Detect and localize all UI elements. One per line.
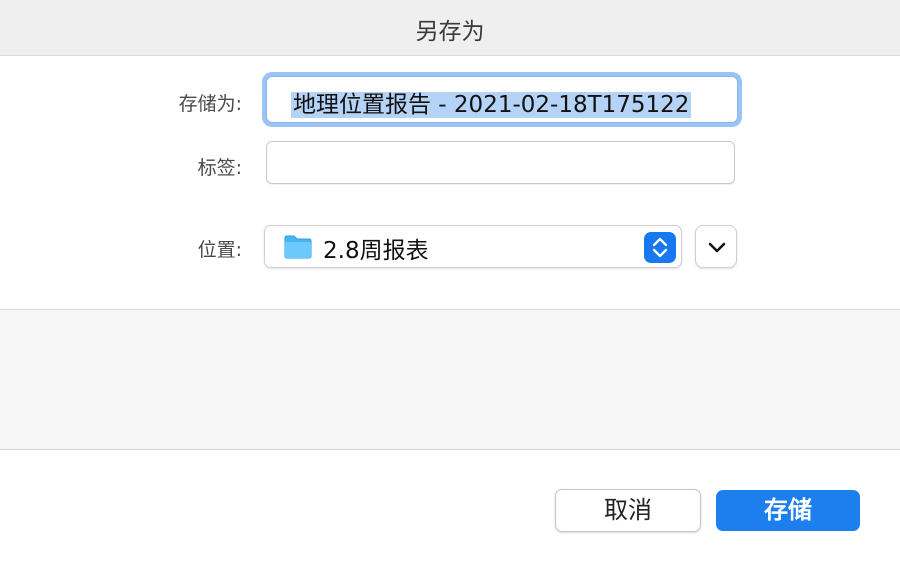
location-popup[interactable]: 2.8周报表 bbox=[264, 225, 682, 268]
tags-label: 标签: bbox=[197, 157, 242, 179]
folder-icon bbox=[284, 235, 312, 259]
save-button[interactable]: 存储 bbox=[716, 490, 860, 531]
save-as-input[interactable]: 地理位置报告 - 2021-02-18T175122 bbox=[266, 76, 738, 123]
stepper-arrows-icon bbox=[652, 237, 668, 258]
save-as-label: 存储为: bbox=[178, 93, 242, 115]
tags-input[interactable] bbox=[266, 141, 735, 184]
expand-dialog-button[interactable] bbox=[695, 225, 737, 268]
location-label: 位置: bbox=[197, 239, 242, 261]
dialog-titlebar: 另存为 bbox=[0, 0, 900, 56]
dialog-actions: 取消 存储 bbox=[0, 450, 900, 570]
save-as-dialog: 另存为 存储为: 地理位置报告 - 2021-02-18T175122 标签: … bbox=[0, 0, 900, 570]
location-value: 2.8周报表 bbox=[323, 238, 429, 264]
dialog-title: 另存为 bbox=[415, 19, 485, 45]
selected-filename: 地理位置报告 - 2021-02-18T175122 bbox=[291, 92, 692, 118]
save-form: 存储为: 地理位置报告 - 2021-02-18T175122 标签: 位置: … bbox=[0, 56, 900, 309]
expanded-browser-area bbox=[0, 310, 900, 449]
save-as-value: 地理位置报告 - 2021-02-18T175122 bbox=[291, 85, 692, 119]
cancel-button[interactable]: 取消 bbox=[555, 489, 701, 532]
chevron-down-icon bbox=[708, 242, 726, 253]
up-down-chevron-icon[interactable] bbox=[644, 232, 676, 263]
